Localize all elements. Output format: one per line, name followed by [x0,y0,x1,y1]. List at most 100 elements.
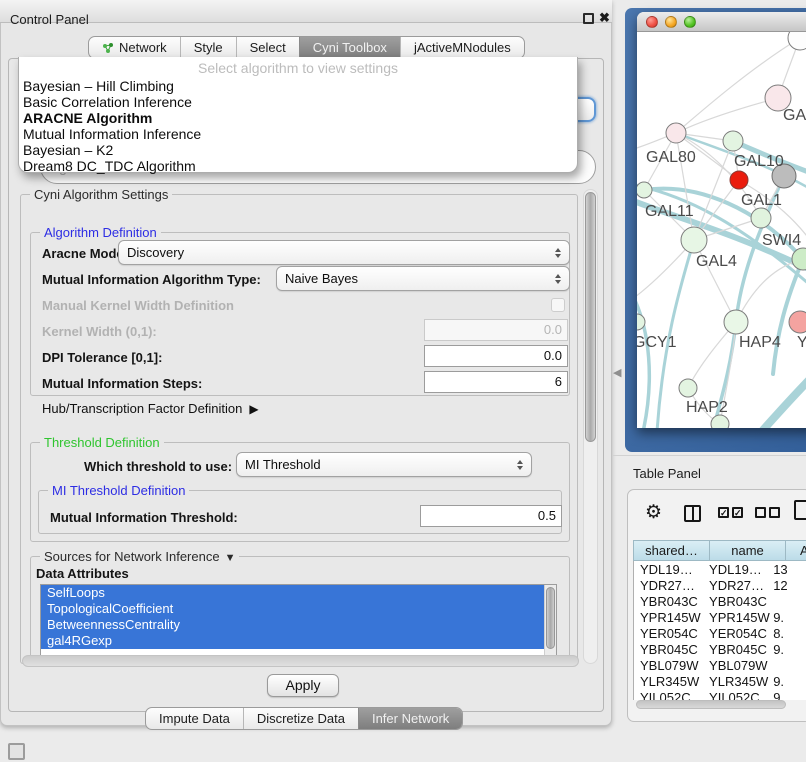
which-threshold-label: Which threshold to use: [84,459,232,474]
tab-network[interactable]: Network [89,37,180,58]
dpi-tolerance-field[interactable]: 0.0 [424,345,568,367]
network-node-label: GAL [783,107,806,124]
file-icon[interactable] [794,500,806,520]
network-edge [637,292,649,428]
tab-impute-data[interactable]: Impute Data [146,708,243,729]
table-cell: YBR045C [633,642,702,658]
hub-transcription-factor-expander[interactable]: Hub/Transcription Factor Definition▶ [42,401,259,416]
dropdown-item-mutual-information-inference[interactable]: Mutual Information Inference [19,126,577,142]
zoom-traffic-light-icon[interactable] [684,16,696,28]
sources-group-title[interactable]: Sources for Network Inference▼ [40,549,239,564]
settings-scrollbar-thumb[interactable] [585,192,596,442]
network-node[interactable] [724,310,748,334]
table-cell: YBR045C [702,642,770,658]
network-canvas[interactable]: GALGAL80GAL10GAL11GAL1SWI4GAL4GCY1HAP4YH… [637,32,806,428]
float-window-icon[interactable] [583,13,594,24]
column-header-name[interactable]: name [710,540,786,561]
panel-divider-collapse-icon[interactable]: ◀ [613,366,621,379]
spinner-arrows-icon [555,274,561,284]
attribute-item-selfloops[interactable]: SelfLoops [41,585,546,601]
kernel-width-field[interactable]: 0.0 [424,319,568,341]
table-cell: YPR145W [702,610,770,626]
network-tab-icon [102,42,114,54]
dropdown-item-bayesian-hill-climbing[interactable]: Bayesian – Hill Climbing [19,78,577,94]
mi-threshold-field[interactable]: 0.5 [420,505,562,527]
network-node[interactable] [751,208,771,228]
dropdown-item-aracne-algorithm[interactable]: ARACNE Algorithm [19,110,577,126]
column-header-shared[interactable]: shared… [633,540,710,561]
table-row[interactable]: YBR045CYBR045C9. [633,642,806,658]
attribute-item-topologicalcoefficient[interactable]: TopologicalCoefficient [41,601,546,617]
network-graph: GALGAL80GAL10GAL11GAL1SWI4GAL4GCY1HAP4YH… [637,32,806,428]
network-node[interactable] [637,182,652,198]
close-icon[interactable]: ✖ [599,10,610,26]
network-node-label: GAL1 [741,192,782,209]
table-row[interactable]: YBL079WYBL079W [633,658,806,674]
tab-jactivemnodules[interactable]: jActiveMNodules [400,37,524,58]
tab-select[interactable]: Select [236,37,299,58]
table-row[interactable]: YIL052CYIL052C9. [633,690,806,700]
network-node[interactable] [711,415,729,428]
table-row[interactable]: YBR043CYBR043C [633,594,806,610]
network-node[interactable] [666,123,686,143]
network-node[interactable] [723,131,743,151]
dropdown-item-basic-correlation-inference[interactable]: Basic Correlation Inference [19,94,577,110]
network-node[interactable] [681,227,707,253]
column-header-a[interactable]: A [786,540,806,561]
dropdown-item-bayesian-k2[interactable]: Bayesian – K2 [19,142,577,158]
network-node[interactable] [788,32,806,50]
data-attributes-list[interactable]: SelfLoopsTopologicalCoefficientBetweenne… [40,584,557,657]
unchecked-checkbox-icon [769,507,780,518]
aracne-mode-label: Aracne Mode: [42,246,128,261]
aracne-mode-select[interactable]: Discovery [118,240,570,265]
tab-infer-network[interactable]: Infer Network [358,708,462,729]
cyni-algorithm-settings-title: Cyni Algorithm Settings [30,187,172,202]
split-columns-icon[interactable] [684,505,701,522]
tab-discretize-data[interactable]: Discretize Data [243,708,358,729]
network-window-titlebar[interactable] [637,12,806,32]
hide-columns-icon[interactable] [755,507,780,518]
table-row[interactable]: YLR345WYLR345W9. [633,674,806,690]
table-row[interactable]: YER054CYER054C8. [633,626,806,642]
table-horizontal-scrollbar[interactable] [636,700,786,709]
manual-kernel-width-checkbox[interactable] [551,298,565,312]
table-panel-title: Table Panel [633,466,701,481]
minimize-traffic-light-icon[interactable] [665,16,677,28]
gear-icon[interactable]: ⚙ [645,501,662,524]
table-cell: YLR345W [702,674,770,690]
table-cell: YBR043C [633,594,702,610]
network-node-label: HAP2 [686,399,728,416]
attribute-item-gal4rgexp[interactable]: gal4RGexp [41,633,546,649]
table-cell: 9. [770,642,806,658]
network-node-label: GAL11 [645,203,694,220]
mi-steps-field[interactable]: 6 [424,371,568,393]
network-node-label: GAL10 [734,153,784,170]
network-node[interactable] [730,171,748,189]
collapse-down-icon: ▼ [225,552,236,564]
attribute-item-betweennesscentrality[interactable]: BetweennessCentrality [41,617,546,633]
dpi-tolerance-label: DPI Tolerance [0,1]: [42,350,162,365]
minimized-window-icon[interactable] [8,743,25,760]
network-node[interactable] [679,379,697,397]
table-row[interactable]: YPR145WYPR145W9. [633,610,806,626]
close-traffic-light-icon[interactable] [646,16,658,28]
table-cell: YBR043C [702,594,770,610]
tab-label: Select [250,40,286,55]
which-threshold-select[interactable]: MI Threshold [236,452,532,477]
table-row[interactable]: YDL19…YDL19…13 [633,562,806,578]
node-table-rows: YDL19…YDL19…13YDR27…YDR27…12YBR043CYBR04… [633,562,806,700]
algorithm-dropdown-popup: Select algorithm to view settings Bayesi… [18,57,578,173]
table-row[interactable]: YDR27…YDR27…12 [633,578,806,594]
tab-cyni-toolbox[interactable]: Cyni Toolbox [299,37,400,58]
network-edge [763,374,806,428]
horizontal-scrollbar[interactable] [22,655,579,667]
mi-algorithm-type-select[interactable]: Naive Bayes [276,266,570,291]
checked-checkbox-icon: ✓ [732,507,743,518]
apply-button[interactable]: Apply [267,674,339,697]
list-scrollbar-thumb[interactable] [546,587,555,649]
network-node[interactable] [789,311,806,333]
tab-style[interactable]: Style [180,37,236,58]
dropdown-item-dream8-dc-tdc-algorithm[interactable]: Dream8 DC_TDC Algorithm [19,158,577,174]
show-columns-icon[interactable]: ✓ ✓ [718,507,743,518]
manual-kernel-width-label: Manual Kernel Width Definition [42,298,234,313]
